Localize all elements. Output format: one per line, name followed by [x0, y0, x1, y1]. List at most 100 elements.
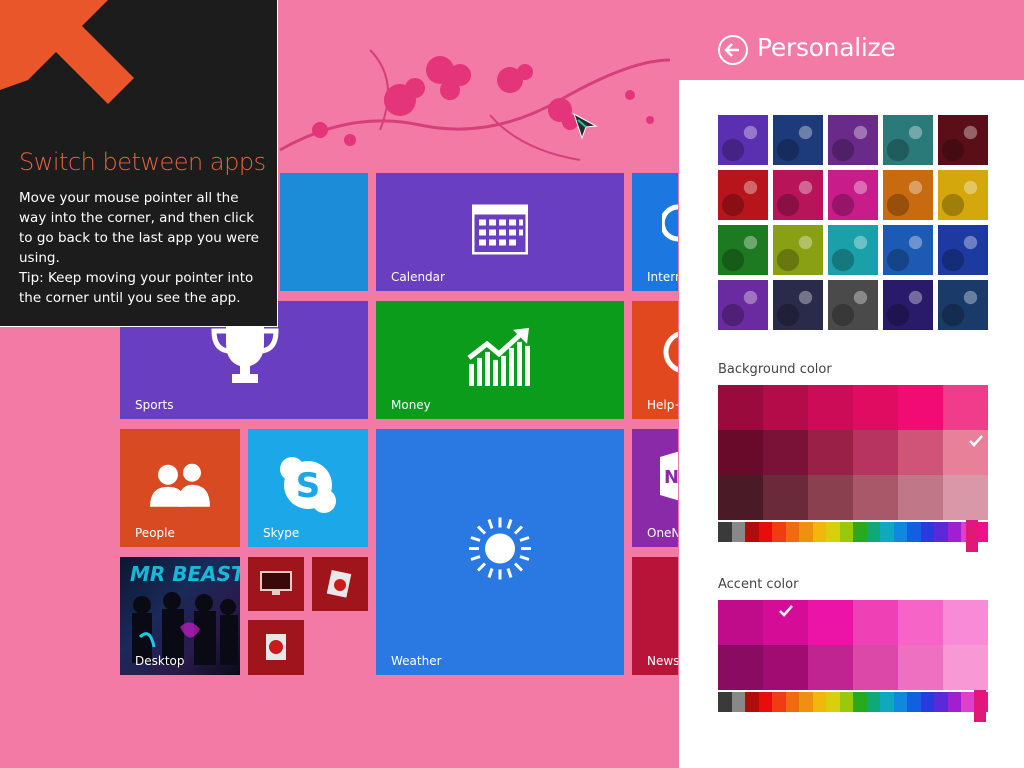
hue-segment[interactable]: [758, 522, 772, 542]
background-color-swatch[interactable]: [943, 475, 988, 520]
hue-segment[interactable]: [853, 522, 867, 542]
background-color-swatch[interactable]: [943, 385, 988, 430]
background-color-swatch[interactable]: [808, 475, 853, 520]
hue-segment[interactable]: [920, 522, 934, 542]
background-pattern-tile[interactable]: [938, 225, 988, 275]
hue-segment[interactable]: [880, 522, 894, 542]
tile-small-monitor[interactable]: [248, 557, 304, 611]
hue-segment[interactable]: [826, 692, 840, 712]
hue-segment[interactable]: [907, 692, 921, 712]
tile-calendar[interactable]: Calendar: [376, 173, 624, 291]
accent-color-swatch[interactable]: [898, 600, 943, 645]
background-color-swatch[interactable]: [943, 430, 988, 475]
background-pattern-tile[interactable]: [938, 170, 988, 220]
accent-color-swatch[interactable]: [898, 645, 943, 690]
tile-onenote[interactable]: N OneN: [632, 429, 678, 547]
hue-segment[interactable]: [866, 522, 880, 542]
accent-color-swatch[interactable]: [853, 645, 898, 690]
tile-weather[interactable]: Weather: [376, 429, 624, 675]
background-pattern-tile[interactable]: [828, 280, 878, 330]
tile-small-media[interactable]: [312, 557, 368, 611]
tile-small-app[interactable]: [248, 620, 304, 675]
accent-hue-slider[interactable]: [718, 692, 988, 712]
background-hue-slider[interactable]: [718, 522, 988, 542]
background-pattern-tile[interactable]: [828, 170, 878, 220]
background-color-swatch[interactable]: [853, 430, 898, 475]
background-pattern-tile[interactable]: [938, 115, 988, 165]
back-button[interactable]: [718, 35, 748, 65]
hue-segment[interactable]: [772, 692, 786, 712]
tile-people[interactable]: People: [120, 429, 240, 547]
hue-segment[interactable]: [812, 692, 826, 712]
tile-news[interactable]: News: [632, 557, 678, 675]
hue-segment[interactable]: [758, 692, 772, 712]
hue-segment[interactable]: [785, 692, 799, 712]
hue-segment[interactable]: [961, 692, 975, 712]
hue-segment[interactable]: [718, 522, 732, 542]
hue-segment[interactable]: [947, 522, 961, 542]
tile-internet[interactable]: Intern: [632, 173, 678, 291]
background-color-swatch[interactable]: [898, 385, 943, 430]
background-pattern-tile[interactable]: [828, 115, 878, 165]
tile-help[interactable]: Help+: [632, 301, 678, 419]
background-pattern-tile[interactable]: [773, 225, 823, 275]
hue-segment[interactable]: [947, 692, 961, 712]
hue-segment[interactable]: [772, 522, 786, 542]
hue-segment[interactable]: [799, 522, 813, 542]
accent-hue-handle[interactable]: [973, 690, 986, 722]
hue-segment[interactable]: [799, 692, 813, 712]
background-color-swatch[interactable]: [808, 385, 853, 430]
hue-segment[interactable]: [839, 692, 853, 712]
background-pattern-tile[interactable]: [938, 280, 988, 330]
hue-segment[interactable]: [893, 692, 907, 712]
hue-segment[interactable]: [812, 522, 826, 542]
background-color-swatch[interactable]: [763, 475, 808, 520]
hue-segment[interactable]: [866, 692, 880, 712]
accent-color-swatch[interactable]: [853, 600, 898, 645]
background-pattern-tile[interactable]: [718, 280, 768, 330]
accent-color-swatch[interactable]: [718, 645, 763, 690]
background-color-swatch[interactable]: [853, 475, 898, 520]
background-pattern-tile[interactable]: [718, 115, 768, 165]
hue-segment[interactable]: [853, 692, 867, 712]
accent-color-swatch[interactable]: [808, 600, 853, 645]
background-pattern-tile[interactable]: [773, 280, 823, 330]
background-color-swatch[interactable]: [853, 385, 898, 430]
accent-color-swatch[interactable]: [763, 600, 808, 645]
background-pattern-tile[interactable]: [773, 115, 823, 165]
accent-color-swatch[interactable]: [943, 645, 988, 690]
accent-color-swatch[interactable]: [943, 600, 988, 645]
background-color-swatch[interactable]: [898, 430, 943, 475]
hue-segment[interactable]: [839, 522, 853, 542]
accent-color-swatch[interactable]: [763, 645, 808, 690]
background-pattern-tile[interactable]: [718, 225, 768, 275]
background-color-swatch[interactable]: [898, 475, 943, 520]
background-pattern-tile[interactable]: [773, 170, 823, 220]
background-color-swatch[interactable]: [763, 385, 808, 430]
hue-segment[interactable]: [826, 522, 840, 542]
accent-color-swatch[interactable]: [718, 600, 763, 645]
background-color-swatch[interactable]: [718, 385, 763, 430]
tile-skype[interactable]: S Skype: [248, 429, 368, 547]
background-pattern-tile[interactable]: [883, 115, 933, 165]
tile-desktop[interactable]: MR BEAST Desktop: [120, 557, 240, 675]
hue-segment[interactable]: [745, 522, 759, 542]
hue-segment[interactable]: [731, 522, 745, 542]
background-pattern-tile[interactable]: [718, 170, 768, 220]
hue-segment[interactable]: [745, 692, 759, 712]
hue-segment[interactable]: [785, 522, 799, 542]
background-color-swatch[interactable]: [763, 430, 808, 475]
hue-segment[interactable]: [893, 522, 907, 542]
hue-segment[interactable]: [934, 522, 948, 542]
background-color-swatch[interactable]: [808, 430, 853, 475]
hue-segment[interactable]: [920, 692, 934, 712]
background-color-swatch[interactable]: [718, 430, 763, 475]
background-color-swatch[interactable]: [718, 475, 763, 520]
accent-color-swatch[interactable]: [808, 645, 853, 690]
background-pattern-tile[interactable]: [828, 225, 878, 275]
hue-segment[interactable]: [880, 692, 894, 712]
tile-money[interactable]: Money: [376, 301, 624, 419]
hue-segment[interactable]: [718, 692, 732, 712]
background-pattern-tile[interactable]: [883, 170, 933, 220]
hue-segment[interactable]: [731, 692, 745, 712]
